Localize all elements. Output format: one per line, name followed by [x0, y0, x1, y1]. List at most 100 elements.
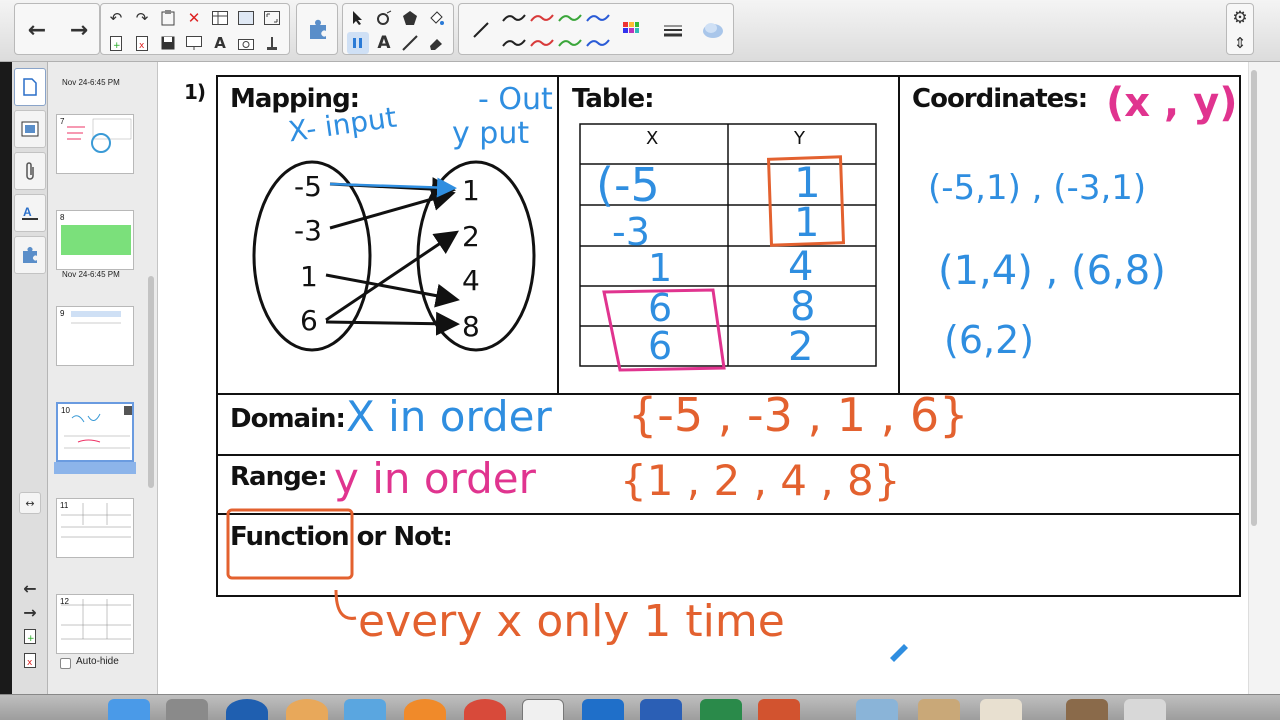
annotation-table-y-5: 2 [788, 324, 814, 370]
pen-type-button[interactable] [469, 18, 493, 42]
undo-button[interactable]: ↶ [105, 7, 127, 29]
full-screen-button[interactable] [261, 7, 283, 29]
document-camera-button[interactable] [261, 32, 283, 54]
addons-group [296, 3, 338, 55]
delete-page-icon: x [136, 35, 148, 51]
pen-tool-button[interactable] [347, 32, 369, 54]
dropbox-icon[interactable] [226, 699, 268, 720]
mapping-input-3: 1 [300, 260, 318, 293]
pen-style-blue-2[interactable] [585, 32, 611, 54]
tab-attachments[interactable] [14, 152, 46, 190]
line-style-button[interactable] [661, 18, 685, 42]
transparency-button[interactable] [701, 18, 725, 42]
folder-icon[interactable] [918, 699, 960, 720]
previous-page-button[interactable]: ← [25, 18, 49, 43]
autohide-checkbox[interactable] [60, 658, 71, 669]
firefox-icon[interactable] [404, 699, 446, 720]
display-button[interactable] [183, 32, 205, 54]
page-thumbnail-11[interactable]: 11 [56, 498, 134, 558]
excel-icon[interactable] [700, 699, 742, 720]
pen-style-blue-1[interactable] [585, 7, 611, 29]
page-thumbnail-7[interactable]: 7 [56, 114, 134, 174]
add-ons-puzzle-icon [23, 247, 37, 263]
delete-button[interactable]: ✕ [183, 7, 205, 29]
svg-text:+: + [113, 41, 121, 51]
tab-properties[interactable]: A [14, 194, 46, 232]
outlook-icon[interactable] [582, 699, 624, 720]
fill-button[interactable] [425, 7, 447, 29]
eraser-tool-button[interactable] [425, 32, 447, 54]
next-page-button[interactable]: → [67, 18, 91, 43]
screen-shade-button[interactable] [235, 7, 257, 29]
pen-style-red-2[interactable] [529, 32, 555, 54]
annotation-function-note: every x only 1 time [358, 596, 785, 647]
smart-notebook-icon[interactable] [522, 699, 564, 720]
powerpoint-icon[interactable] [758, 699, 800, 720]
sidebar-add-page-button[interactable]: + [19, 625, 41, 647]
tab-page-sorter[interactable] [14, 68, 46, 106]
camera-icon [238, 38, 254, 50]
word-icon[interactable] [640, 699, 682, 720]
pen-style-green-2[interactable] [557, 32, 583, 54]
sorter-scrollbar[interactable] [148, 276, 154, 488]
mapping-input-2: -3 [294, 214, 322, 247]
finder-icon[interactable] [108, 699, 150, 720]
pen-style-black-2[interactable] [501, 32, 527, 54]
paste-button[interactable] [157, 7, 179, 29]
pen-properties-group [458, 3, 734, 55]
thumbnail-number: 12 [60, 597, 69, 606]
mapping-output-2: 2 [462, 220, 480, 253]
pen-style-green-1[interactable] [557, 7, 583, 29]
tab-add-ons[interactable] [14, 236, 46, 274]
color-palette-icon [623, 22, 639, 33]
documents-icon[interactable] [980, 699, 1022, 720]
page-thumbnail-8[interactable]: 8 [56, 210, 134, 270]
sidebar-next-button[interactable]: → [19, 601, 41, 623]
home-icon[interactable] [1066, 699, 1108, 720]
paperclip-icon [26, 162, 34, 180]
table-header-y: Y [794, 128, 805, 149]
line-tool-button[interactable] [399, 32, 421, 54]
pen-style-red-1[interactable] [529, 7, 555, 29]
app-store-icon[interactable] [344, 699, 386, 720]
shapes-button[interactable] [399, 7, 421, 29]
select-tool-button[interactable] [347, 7, 369, 29]
window-edge [0, 62, 12, 694]
page-icon [23, 78, 37, 96]
page-thumbnail-10[interactable]: 10 [56, 402, 134, 462]
paint-bucket-icon [430, 11, 444, 25]
sidebar-delete-page-button[interactable]: x [19, 649, 41, 671]
eraser-icon [430, 39, 442, 50]
tab-gallery[interactable] [14, 110, 46, 148]
annotation-table-y-2: 1 [794, 200, 820, 246]
svg-text:A: A [23, 205, 32, 219]
text-tool-button[interactable]: A [209, 32, 231, 54]
color-palette-button[interactable] [619, 18, 643, 42]
move-toolbar-button[interactable]: ⇕ [1229, 32, 1251, 54]
customize-toolbar-button[interactable]: ⚙ [1229, 7, 1251, 29]
redo-button[interactable]: ↷ [131, 7, 153, 29]
contacts-icon[interactable] [286, 699, 328, 720]
mapping-input-4: 6 [300, 304, 318, 337]
sidebar-prev-button[interactable]: ← [19, 577, 41, 599]
page-thumbnail-9[interactable]: 9 [56, 306, 134, 366]
screen-capture-button[interactable] [235, 32, 257, 54]
display-icon [186, 36, 202, 50]
canvas-scrollbar[interactable] [1251, 70, 1257, 526]
chrome-icon[interactable] [464, 699, 506, 720]
preview-icon[interactable] [856, 699, 898, 720]
save-button[interactable] [157, 32, 179, 54]
page-thumbnail-12[interactable]: 12 [56, 594, 134, 654]
trash-icon[interactable] [1124, 699, 1166, 720]
text-tool-button-2[interactable]: A [373, 32, 395, 54]
whiteboard-page[interactable]: 1) Mapping: Table: Coordinates: Domain: … [158, 62, 1248, 694]
add-ons-button[interactable] [306, 18, 330, 42]
delete-page-button[interactable]: x [131, 32, 153, 54]
pen-style-black-1[interactable] [501, 7, 527, 29]
table-button[interactable] [209, 7, 231, 29]
insert-page-button[interactable]: + [105, 32, 127, 54]
expand-sidebar-button[interactable]: ↔ [19, 492, 41, 514]
annotation-domain-note: X in order [346, 392, 552, 441]
shape-pen-button[interactable] [373, 7, 395, 29]
calculator-icon[interactable] [166, 699, 208, 720]
